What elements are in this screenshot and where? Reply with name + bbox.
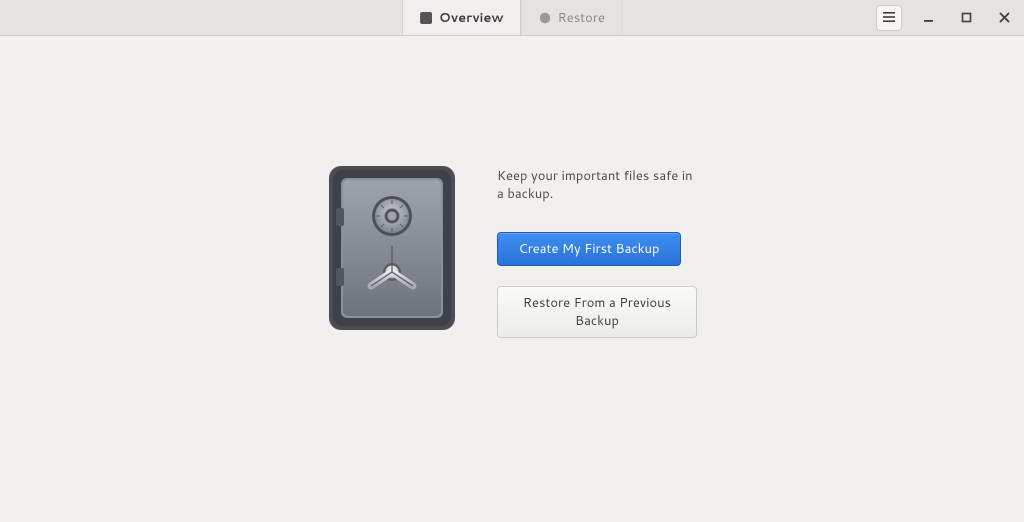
- tab-restore[interactable]: Restore: [521, 0, 622, 35]
- minimize-icon: [923, 12, 934, 23]
- overview-icon: [419, 11, 433, 25]
- welcome-lead-text: Keep your important files safe in a back…: [497, 168, 697, 203]
- tab-restore-label: Restore: [558, 9, 605, 27]
- maximize-icon: [961, 12, 972, 23]
- close-button[interactable]: [992, 6, 1016, 30]
- main-content: Keep your important files safe in a back…: [0, 36, 1024, 522]
- window-controls: [876, 5, 1016, 31]
- hamburger-menu-button[interactable]: [876, 5, 902, 31]
- welcome-text-column: Keep your important files safe in a back…: [497, 164, 697, 357]
- restore-icon: [538, 11, 552, 25]
- restore-previous-backup-button[interactable]: Restore From a Previous Backup: [497, 286, 697, 338]
- tab-overview[interactable]: Overview: [402, 0, 521, 35]
- welcome-panel: Keep your important files safe in a back…: [327, 164, 697, 357]
- hamburger-icon: [883, 9, 895, 27]
- headerbar: Overview Restore: [0, 0, 1024, 36]
- safe-icon: [327, 164, 457, 334]
- maximize-button[interactable]: [954, 6, 978, 30]
- create-first-backup-button[interactable]: Create My First Backup: [497, 232, 681, 266]
- tab-overview-label: Overview: [439, 9, 504, 27]
- view-switcher: Overview Restore: [402, 0, 622, 35]
- close-icon: [999, 12, 1010, 23]
- minimize-button[interactable]: [916, 6, 940, 30]
